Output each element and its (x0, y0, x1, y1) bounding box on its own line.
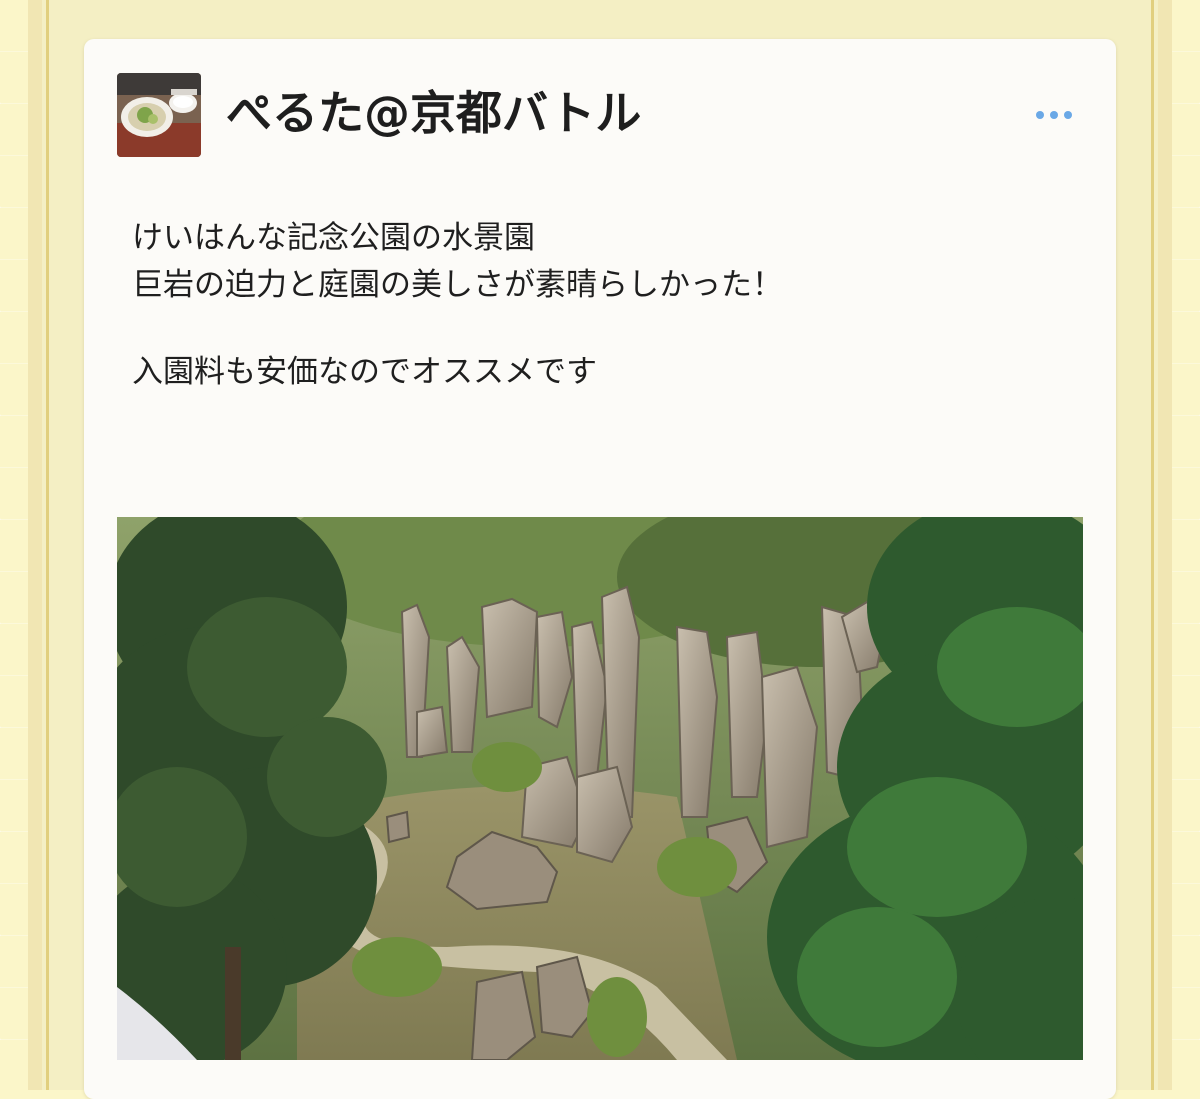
post-image[interactable] (117, 517, 1083, 1060)
post-card: ぺるた@京都バトル けいはんな記念公園の水景園 巨岩の迫力と庭園の美しさが素晴ら… (84, 39, 1116, 1099)
post-text-line: 入園料も安価なのでオススメです (132, 354, 597, 390)
more-horizontal-icon (1064, 111, 1072, 119)
garden-rocks-photo-icon (117, 517, 1083, 1060)
post-body: けいはんな記念公園の水景園 巨岩の迫力と庭園の美しさが素晴らしかった！ 入園料も… (132, 215, 1072, 396)
post-text-line: けいはんな記念公園の水景園 (132, 220, 535, 256)
avatar[interactable] (117, 73, 201, 157)
author-display-name[interactable]: ぺるた@京都バトル (226, 83, 641, 143)
more-horizontal-icon (1036, 111, 1044, 119)
post-text-blank-line (132, 309, 1072, 349)
more-options-button[interactable] (1024, 97, 1084, 133)
more-horizontal-icon (1050, 111, 1058, 119)
avatar-ramen-photo-icon (117, 73, 201, 157)
post-text-line: 巨岩の迫力と庭園の美しさが素晴らしかった！ (132, 267, 783, 303)
